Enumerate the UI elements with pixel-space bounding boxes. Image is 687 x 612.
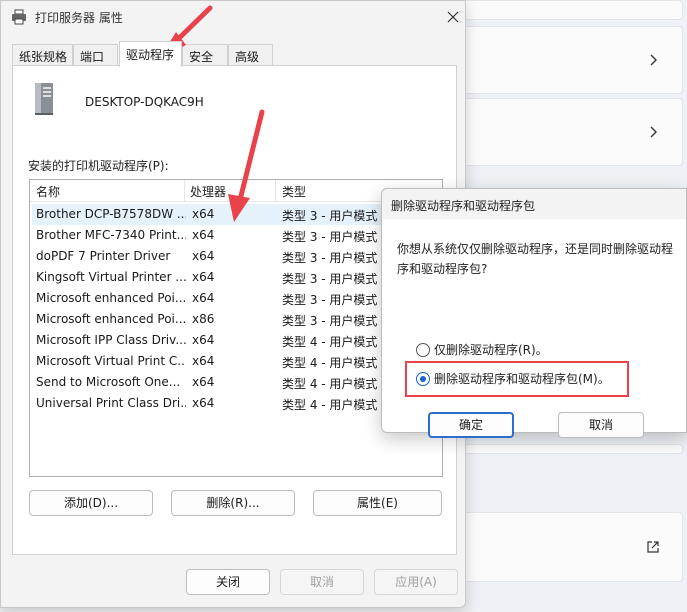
delete-question: 你想从系统仅仅删除驱动程序，还是同时删除驱动程序和驱动程序包? [397, 242, 674, 276]
driver-processor: x64 [192, 270, 215, 284]
driver-name: Kingsoft Virtual Printer ... [36, 270, 186, 284]
driver-name: Brother MFC-7340 Print... [36, 228, 186, 242]
settings-card[interactable] [455, 98, 683, 166]
delete-dialog-title: 删除驱动程序和驱动程序包 [391, 199, 536, 213]
add-driver-button[interactable]: 添加(D)... [29, 490, 153, 516]
driver-name: Send to Microsoft One... [36, 375, 181, 389]
settings-card[interactable] [455, 512, 683, 582]
server-tower-icon [35, 83, 53, 115]
chevron-right-icon [650, 54, 657, 66]
chevron-right-icon [650, 126, 657, 138]
remove-driver-button[interactable]: 删除(R)... [171, 490, 295, 516]
column-name[interactable]: 名称 [36, 183, 60, 200]
driver-properties-button[interactable]: 属性(E) [313, 490, 442, 516]
tab-security[interactable]: 安全 [182, 44, 228, 66]
driver-name: Microsoft IPP Class Driv... [36, 333, 186, 347]
driver-name: Brother DCP-B7578DW ... [36, 207, 186, 221]
server-name: DESKTOP-DQKAC9H [85, 95, 204, 109]
settings-card [455, 0, 683, 20]
driver-name: Microsoft Virtual Print C... [36, 354, 186, 368]
close-icon[interactable] [445, 9, 461, 25]
ok-button[interactable]: 确定 [428, 412, 514, 438]
apply-button[interactable]: 应用(A) [374, 569, 458, 595]
driver-processor: x64 [192, 291, 215, 305]
driver-processor: x64 [192, 207, 215, 221]
cancel-button[interactable]: 取消 [558, 412, 644, 438]
driver-name: Microsoft enhanced Poi... [36, 312, 186, 326]
driver-name: Universal Print Class Dri... [36, 396, 186, 410]
settings-card [455, 444, 683, 454]
driver-processor: x64 [192, 249, 215, 263]
driver-processor: x64 [192, 375, 215, 389]
printer-icon [12, 9, 26, 25]
driver-processor: x64 [192, 354, 215, 368]
delete-driver-dialog: 删除驱动程序和驱动程序包 你想从系统仅仅删除驱动程序，还是同时删除驱动程序和驱动… [381, 188, 687, 438]
radio-driver-only[interactable] [416, 343, 430, 357]
radio-driver-and-package-label[interactable]: 删除驱动程序和驱动程序包(M)。 [434, 370, 610, 387]
driver-processor: x64 [192, 396, 215, 410]
driver-processor: x64 [192, 228, 215, 242]
column-separator[interactable] [275, 180, 276, 202]
cancel-button[interactable]: 取消 [280, 569, 364, 595]
tab-advanced[interactable]: 高级 [228, 44, 273, 66]
driver-name: Microsoft enhanced Poi... [36, 291, 186, 305]
tab-paper-size[interactable]: 纸张规格 [12, 44, 73, 66]
column-processor[interactable]: 处理器 [190, 183, 226, 200]
settings-card[interactable] [455, 26, 683, 94]
driver-name: doPDF 7 Printer Driver [36, 249, 171, 263]
radio-driver-and-package[interactable] [416, 372, 430, 386]
radio-driver-only-label[interactable]: 仅删除驱动程序(R)。 [434, 341, 548, 358]
column-type[interactable]: 类型 [282, 183, 306, 200]
delete-dialog-body: 你想从系统仅仅删除驱动程序，还是同时删除驱动程序和驱动程序包? 仅删除驱动程序(… [382, 219, 686, 438]
tab-ports[interactable]: 端口 [73, 44, 118, 66]
driver-processor: x64 [192, 333, 215, 347]
close-button[interactable]: 关闭 [186, 569, 270, 595]
column-separator[interactable] [184, 180, 185, 202]
title-bar: 打印服务器 属性 [1, 1, 465, 33]
external-link-icon [647, 541, 659, 553]
driver-processor: x86 [192, 312, 215, 326]
tab-drivers[interactable]: 驱动程序 [119, 41, 182, 67]
dialog-title: 打印服务器 属性 [35, 11, 123, 25]
drivers-list-caption: 安装的打印机驱动程序(P): [28, 159, 169, 173]
